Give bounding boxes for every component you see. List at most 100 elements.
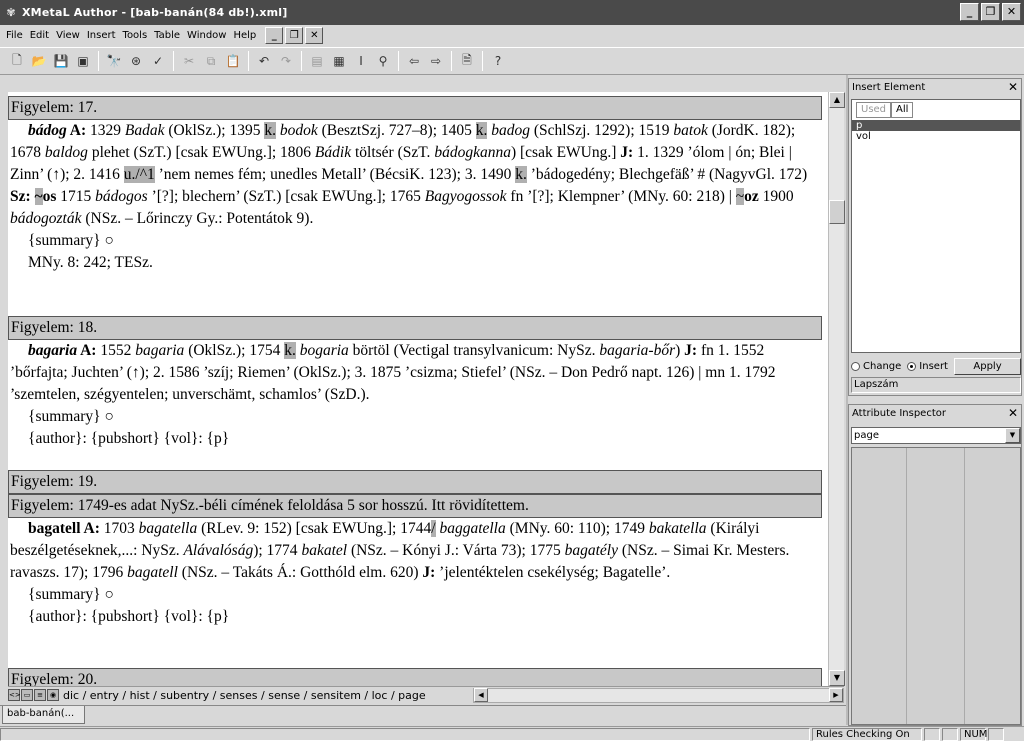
entry-header[interactable]: Figyelem: 17. xyxy=(8,96,822,120)
summary-line[interactable]: {summary} ○ xyxy=(8,584,822,606)
close-icon[interactable]: ✕ xyxy=(1008,81,1018,93)
entry-header[interactable]: Figyelem: 19. xyxy=(8,470,822,494)
insert-radio[interactable]: Insert xyxy=(907,361,948,372)
undo-icon[interactable]: ↶ xyxy=(253,50,275,72)
entry-note[interactable]: Figyelem: 1749-es adat NySz.-béli címéne… xyxy=(8,494,822,518)
cut-icon[interactable]: ✂ xyxy=(178,50,200,72)
status-cell xyxy=(924,727,940,741)
rules-checking-status: Rules Checking On xyxy=(812,727,922,741)
attribute-grid[interactable] xyxy=(851,447,1021,725)
menu-view[interactable]: View xyxy=(56,30,80,41)
normal-view-icon[interactable]: ▭ xyxy=(21,689,33,701)
tags-on-view-icon[interactable]: <> xyxy=(8,689,21,701)
status-cell xyxy=(988,727,1004,741)
new-document-icon[interactable]: 🗋 xyxy=(6,50,28,72)
entry-paragraph[interactable]: bádog A: 1329 Badak (OklSz.); 1395 k. bo… xyxy=(8,120,822,230)
element-path[interactable]: dic / entry / hist / subentry / senses /… xyxy=(63,689,473,702)
link-icon[interactable]: ⚲ xyxy=(372,50,394,72)
menu-edit[interactable]: Edit xyxy=(30,30,49,41)
close-button[interactable]: ✕ xyxy=(1002,3,1021,21)
document-tabs: bab-banán(... xyxy=(0,705,846,725)
apply-button[interactable]: Apply xyxy=(953,357,1021,375)
save-icon[interactable]: 💾 xyxy=(50,50,72,72)
paste-icon[interactable]: 📋 xyxy=(222,50,244,72)
tab-used[interactable]: Used xyxy=(856,102,892,118)
menu-bar: File Edit View Insert Tools Table Window… xyxy=(0,25,1024,46)
help-icon[interactable]: ? xyxy=(487,50,509,72)
scroll-left-button[interactable]: ◀ xyxy=(474,688,488,702)
entry-paragraph[interactable]: bagatell A: 1703 bagatella (RLev. 9: 152… xyxy=(8,518,822,584)
arrow-right-icon[interactable]: ⇨ xyxy=(425,50,447,72)
attribute-inspector-title: Attribute Inspector xyxy=(852,407,946,419)
scroll-thumb[interactable] xyxy=(829,200,845,224)
document-tab-label: bab-banán(... xyxy=(7,708,75,719)
table-icon[interactable]: ▦ xyxy=(328,50,350,72)
status-bar: Rules Checking On NUM xyxy=(0,726,1024,741)
horizontal-scrollbar[interactable]: ◀ ▶ xyxy=(473,687,844,703)
tab-all[interactable]: All xyxy=(891,102,914,118)
redo-icon[interactable]: ↷ xyxy=(275,50,297,72)
close-icon[interactable]: ✕ xyxy=(1008,407,1018,419)
find-icon[interactable]: 🔭 xyxy=(103,50,125,72)
reference-line[interactable]: {author}: {pubshort} {vol}: {p} xyxy=(8,606,822,628)
menu-help[interactable]: Help xyxy=(233,30,256,41)
entry-19: Figyelem: 19. Figyelem: 1749-es adat NyS… xyxy=(8,470,822,628)
find-replace-icon[interactable]: ⊛ xyxy=(125,50,147,72)
preview-view-icon[interactable]: ◉ xyxy=(47,689,59,701)
validate-icon[interactable]: 🗎 xyxy=(456,50,478,72)
window-title: XMetaL Author - [bab-banán(84 db!).xml] xyxy=(22,6,288,19)
save-all-icon[interactable]: ▣ xyxy=(72,50,94,72)
menu-window[interactable]: Window xyxy=(187,30,226,41)
entry-header[interactable]: Figyelem: 18. xyxy=(8,316,822,340)
app-window: ✾ XMetaL Author - [bab-banán(84 db!).xml… xyxy=(0,0,1024,741)
doc-close-button[interactable]: ✕ xyxy=(305,27,324,44)
spellcheck-icon[interactable]: ✓ xyxy=(147,50,169,72)
toolbar: 🗋 📂 💾 ▣ 🔭 ⊛ ✓ ✂ ⧉ 📋 ↶ ↷ ▤ ▦ I ⚲ ⇦ ⇨ 🗎 ? xyxy=(0,47,1024,75)
insert-element-title: Insert Element xyxy=(852,81,926,93)
element-list: Used All p vol xyxy=(851,99,1021,353)
menu-file[interactable]: File xyxy=(6,30,23,41)
xmetal-logo-icon: ✾ xyxy=(6,5,16,19)
chevron-down-icon[interactable]: ▼ xyxy=(1005,428,1020,443)
element-path-bar: <> ▭ ≡ ◉ dic / entry / hist / subentry /… xyxy=(8,686,844,703)
plain-text-view-icon[interactable]: ≡ xyxy=(34,689,46,701)
status-cell xyxy=(942,727,958,741)
list-item[interactable]: p xyxy=(852,120,1020,131)
minimize-button[interactable]: _ xyxy=(960,3,979,21)
entry-20: Figyelem: 20. xyxy=(8,668,822,686)
entry-17: Figyelem: 17. bádog A: 1329 Badak (OklSz… xyxy=(8,96,822,274)
menu-tools[interactable]: Tools xyxy=(123,30,148,41)
element-select-value: page xyxy=(854,430,879,441)
element-description: Lapszám xyxy=(851,377,1021,393)
menu-insert[interactable]: Insert xyxy=(87,30,116,41)
num-lock-status: NUM xyxy=(960,727,987,741)
menu-table[interactable]: Table xyxy=(154,30,180,41)
doc-restore-button[interactable]: ❐ xyxy=(285,27,304,44)
reference-line[interactable]: {author}: {pubshort} {vol}: {p} xyxy=(8,428,822,450)
document-editor[interactable]: Figyelem: 17. bádog A: 1329 Badak (OklSz… xyxy=(8,92,828,686)
change-radio[interactable]: Change xyxy=(851,361,901,372)
copy-icon[interactable]: ⧉ xyxy=(200,50,222,72)
arrow-left-icon[interactable]: ⇦ xyxy=(403,50,425,72)
status-message xyxy=(0,727,810,741)
tab-document[interactable]: bab-banán(... xyxy=(2,706,85,724)
vertical-scrollbar[interactable]: ▲ ▼ xyxy=(828,92,845,686)
restore-button[interactable]: ❐ xyxy=(981,3,1000,21)
reference-line[interactable]: MNy. 8: 242; TESz. xyxy=(8,252,822,274)
insert-element-panel: Insert Element ✕ Used All p vol Change I… xyxy=(848,78,1022,396)
entry-paragraph[interactable]: bagaria A: 1552 bagaria (OklSz.); 1754 k… xyxy=(8,340,822,406)
scroll-down-button[interactable]: ▼ xyxy=(829,670,845,686)
open-folder-icon[interactable]: 📂 xyxy=(28,50,50,72)
doc-minimize-button[interactable]: _ xyxy=(265,27,284,44)
list-item[interactable]: vol xyxy=(852,131,1020,142)
insert-image-icon[interactable]: ▤ xyxy=(306,50,328,72)
element-select[interactable]: page ▼ xyxy=(851,427,1021,444)
attribute-inspector-panel: Attribute Inspector ✕ page ▼ xyxy=(848,404,1022,726)
scroll-right-button[interactable]: ▶ xyxy=(829,688,843,702)
scroll-up-button[interactable]: ▲ xyxy=(829,92,845,108)
summary-line[interactable]: {summary} ○ xyxy=(8,406,822,428)
entry-18: Figyelem: 18. bagaria A: 1552 bagaria (O… xyxy=(8,316,822,450)
entry-header[interactable]: Figyelem: 20. xyxy=(8,668,822,686)
text-cursor-icon[interactable]: I xyxy=(350,50,372,72)
summary-line[interactable]: {summary} ○ xyxy=(8,230,822,252)
